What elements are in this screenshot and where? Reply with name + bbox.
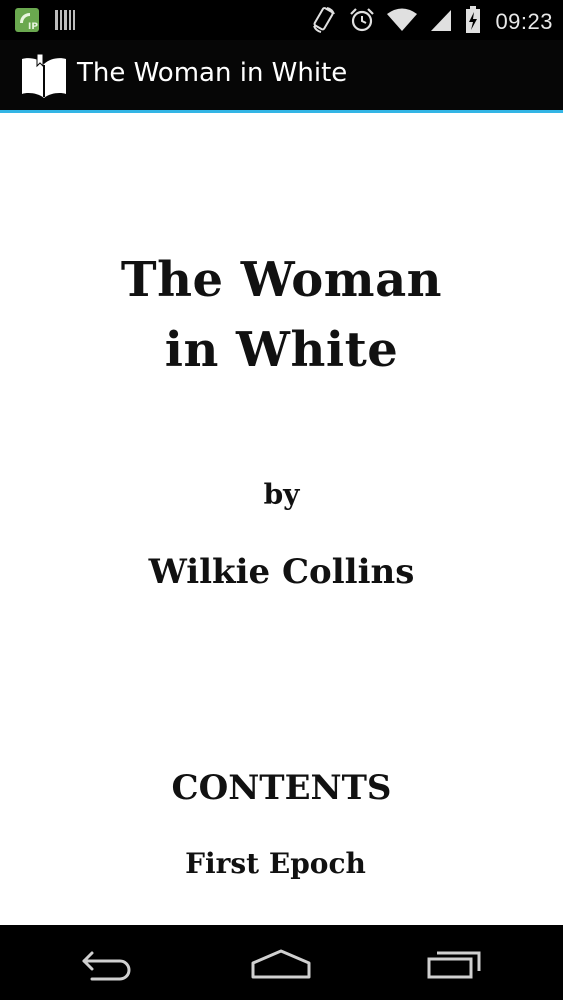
book-title: The Woman in White: [0, 245, 563, 385]
recents-icon: [419, 951, 489, 987]
phone-screen: IP 09:23 The Woman in White The Woman in…: [0, 0, 563, 1000]
wifi-icon: [387, 8, 418, 36]
home-icon: [246, 949, 316, 987]
back-button[interactable]: [74, 941, 144, 983]
signal-icon: [429, 8, 453, 36]
open-book-icon[interactable]: [20, 53, 68, 98]
contents-item-first-epoch[interactable]: First Epoch: [0, 844, 557, 884]
svg-text:IP: IP: [28, 22, 38, 32]
battery-charging-icon: [465, 6, 481, 38]
contents-heading: CONTENTS: [171, 768, 392, 808]
home-button[interactable]: [246, 941, 316, 983]
by-label: by: [263, 478, 300, 511]
rotate-icon: [311, 6, 337, 38]
back-icon: [74, 951, 144, 987]
clock-time: 09:23: [495, 9, 553, 34]
action-bar: The Woman in White: [0, 40, 563, 113]
app-title: The Woman in White: [77, 58, 348, 88]
alarm-icon: [349, 7, 375, 37]
barcode-icon: [54, 8, 76, 36]
book-content[interactable]: The Woman in White by Wilkie Collins CON…: [0, 113, 563, 925]
author-name: Wilkie Collins: [148, 552, 415, 592]
book-title-line-2: in White: [164, 322, 399, 378]
status-bar: IP 09:23: [0, 0, 563, 40]
recents-button[interactable]: [419, 941, 489, 983]
book-title-line-1: The Woman: [120, 252, 443, 308]
navigation-bar: [0, 925, 563, 1000]
sip-call-icon: IP: [14, 7, 40, 37]
